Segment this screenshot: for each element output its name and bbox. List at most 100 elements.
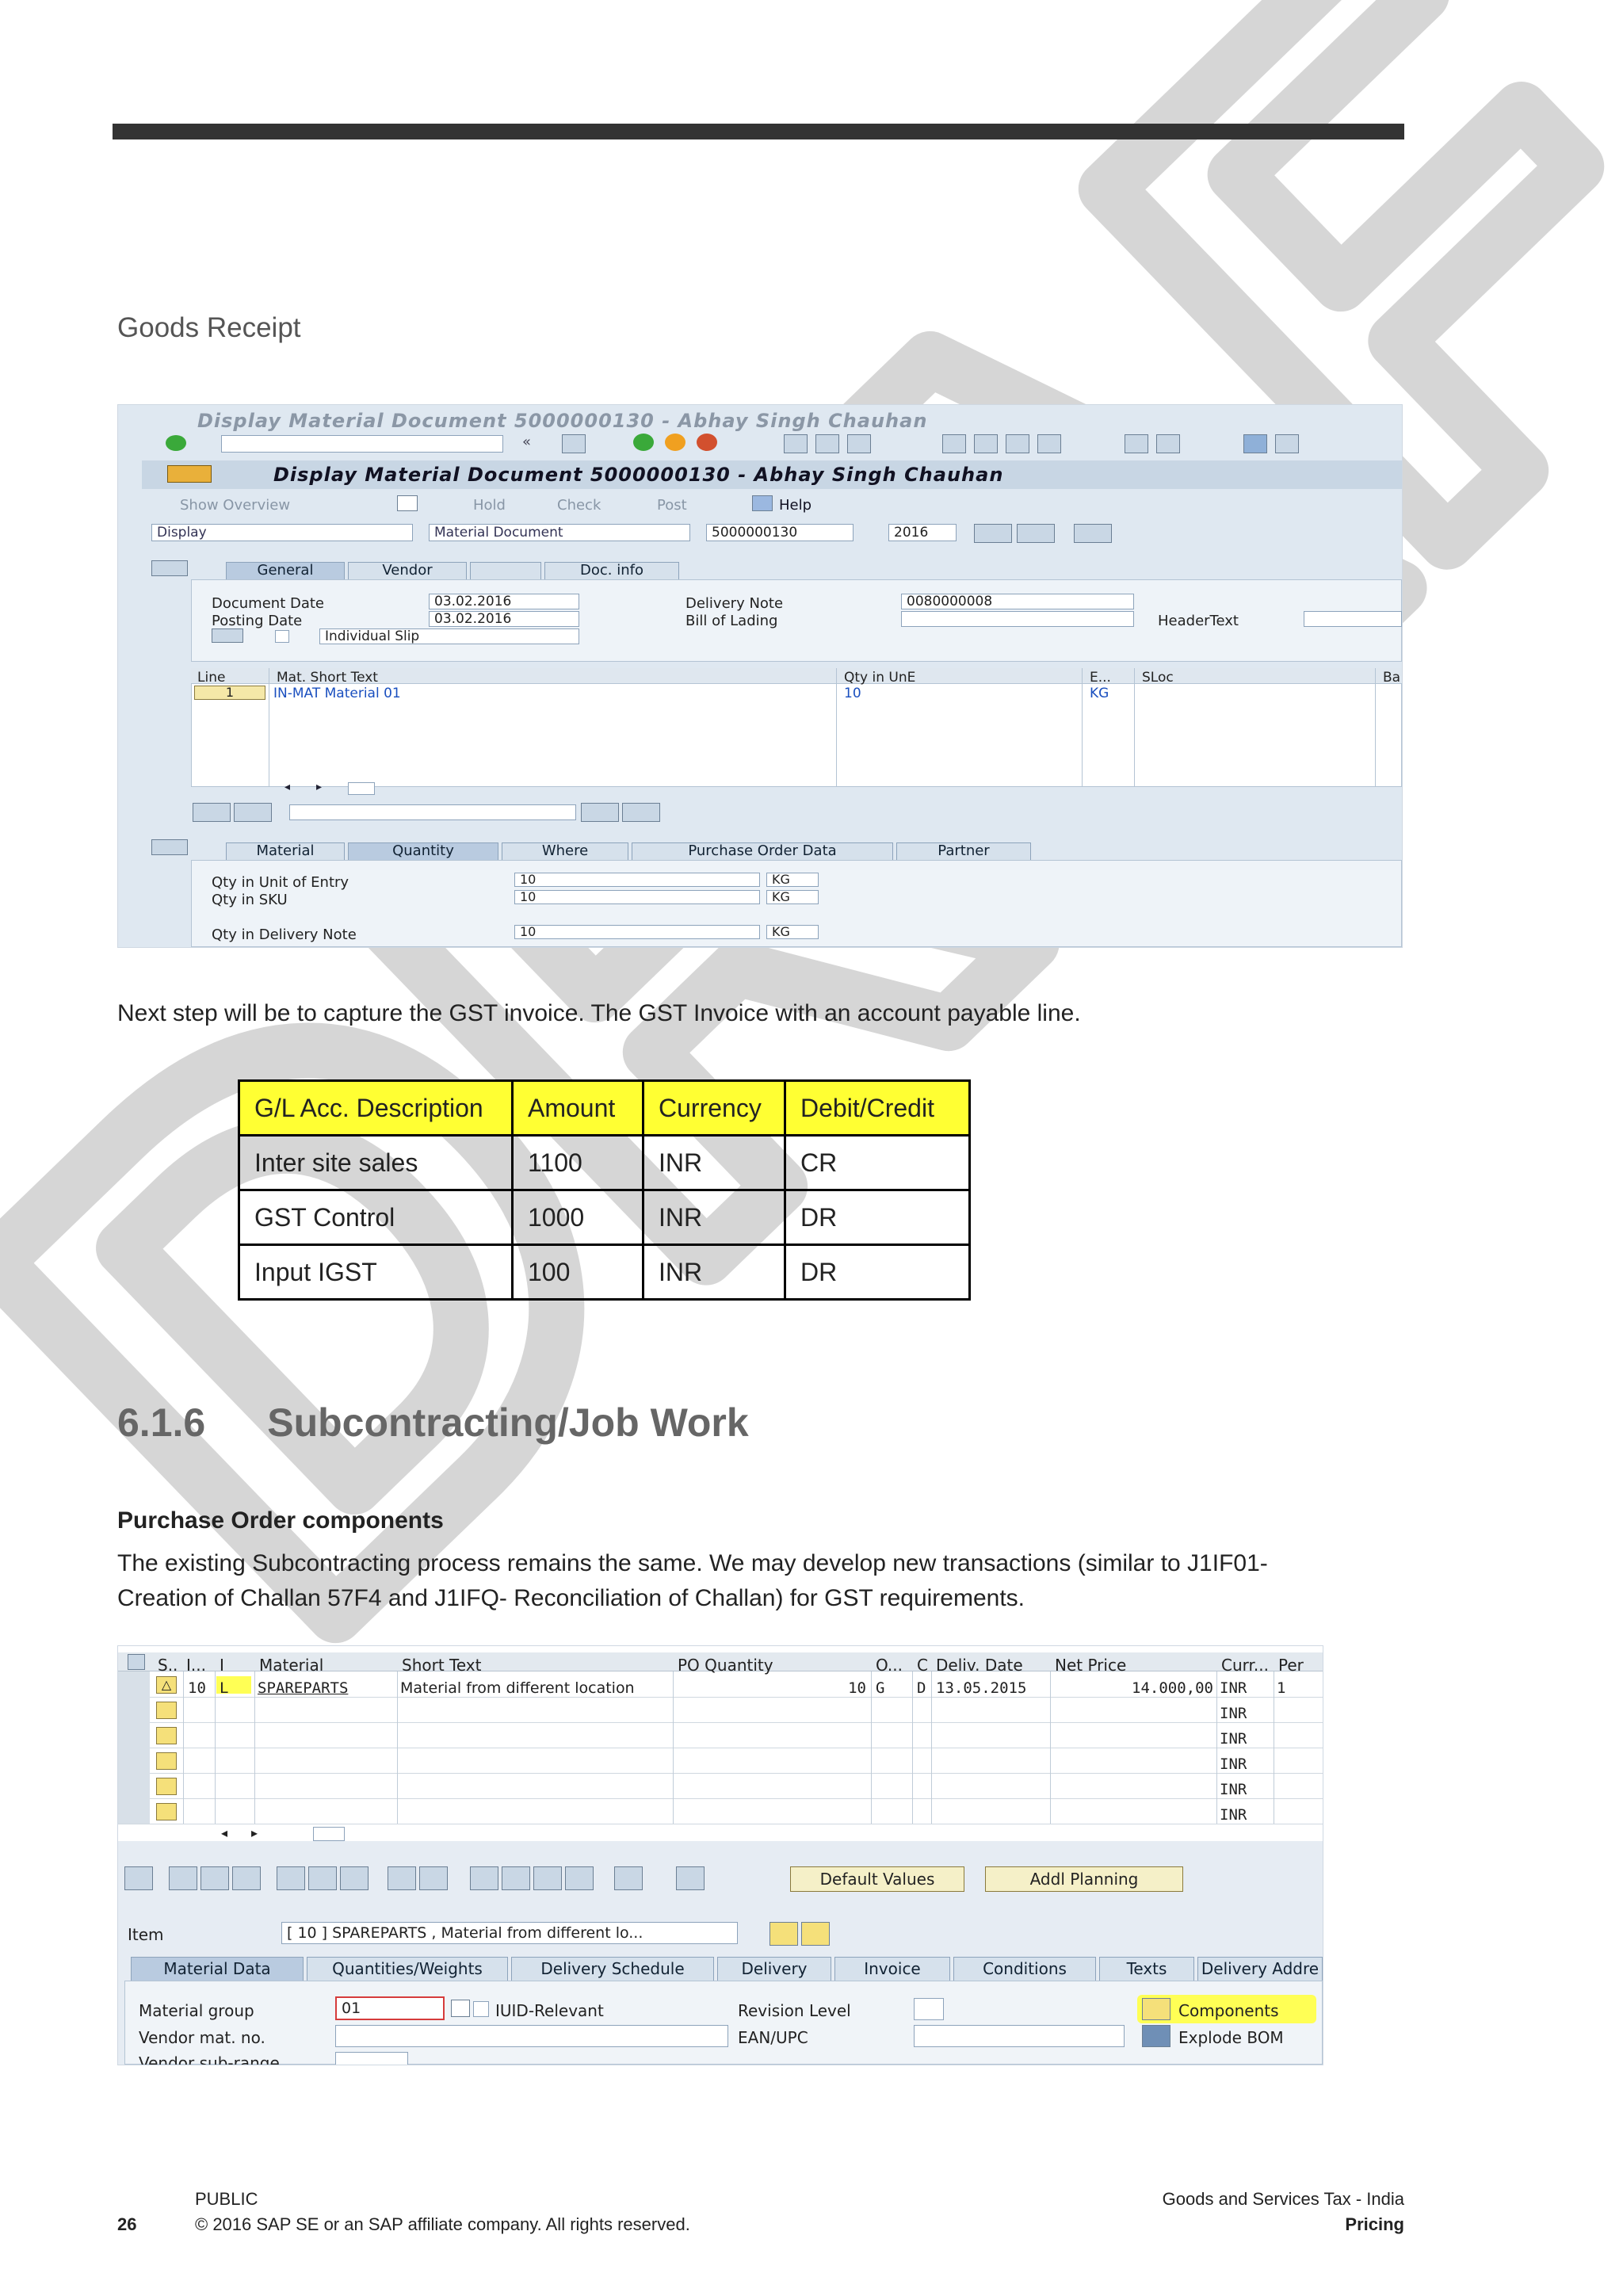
row-order-unit[interactable]: G — [876, 1679, 884, 1697]
tab-texts[interactable]: Texts — [1099, 1957, 1194, 1981]
menu-post[interactable]: Post — [657, 497, 687, 514]
col-deliv-date[interactable]: Deliv. Date — [936, 1656, 1023, 1675]
list-icon[interactable] — [1074, 524, 1112, 543]
iuid-checkbox[interactable] — [473, 2001, 489, 2017]
new-doc-icon[interactable] — [397, 495, 418, 511]
qty-sku-field[interactable]: 10 — [514, 890, 760, 904]
col-per[interactable]: Per — [1278, 1656, 1304, 1675]
row-net-price[interactable]: 14.000,00 — [1117, 1679, 1213, 1697]
search-icon[interactable] — [581, 803, 619, 822]
grid-unit[interactable]: KG — [1090, 686, 1109, 701]
layout-icon[interactable] — [676, 1866, 705, 1890]
grid-line-number[interactable]: 1 — [194, 686, 265, 700]
material-group-field[interactable]: 01 — [335, 1996, 445, 2020]
doc-number-field[interactable]: 5000000130 — [706, 524, 854, 541]
col-po-quantity[interactable]: PO Quantity — [678, 1656, 773, 1675]
row-deliv-date[interactable]: 13.05.2015 — [936, 1679, 1026, 1697]
scroll-right-icon[interactable]: ▸ — [316, 781, 322, 793]
find-next-icon[interactable] — [847, 434, 871, 453]
save-icon[interactable] — [562, 434, 586, 453]
warning-icon[interactable]: △ — [156, 1676, 177, 1694]
scroll-right-icon[interactable]: ▸ — [251, 1825, 258, 1840]
detail-toggle-icon[interactable] — [151, 839, 188, 855]
tab-general[interactable]: General — [226, 562, 345, 579]
row-material[interactable]: SPAREPARTS — [258, 1679, 348, 1697]
copy-value-icon[interactable] — [451, 2000, 470, 2017]
unit-sku-field[interactable]: KG — [766, 890, 819, 904]
document-date-field[interactable]: 03.02.2016 — [429, 594, 579, 609]
delete-line-icon[interactable] — [234, 803, 272, 822]
tab-vendor[interactable]: Vendor — [348, 562, 467, 579]
tab-invoice[interactable]: Invoice — [834, 1957, 950, 1981]
help-icon[interactable] — [1243, 434, 1267, 453]
tab-person-icon[interactable] — [470, 562, 541, 579]
vendor-sub-range-field[interactable] — [335, 2052, 408, 2065]
col-batch[interactable]: Ba — [1383, 670, 1400, 686]
col-item[interactable]: I... — [186, 1656, 206, 1675]
doc-type-select[interactable]: Material Document — [429, 524, 690, 541]
print-preview-icon[interactable] — [614, 1866, 643, 1890]
scrollbar-thumb[interactable] — [313, 1827, 345, 1841]
print-icon[interactable] — [784, 434, 808, 453]
copy-icon[interactable] — [169, 1866, 197, 1890]
tab-quantities-weights[interactable]: Quantities/Weights — [307, 1957, 508, 1981]
menu-show-overview[interactable]: Show Overview — [180, 497, 290, 514]
find-doc-icon[interactable] — [1017, 524, 1055, 543]
duplicate-icon[interactable] — [232, 1866, 261, 1890]
col-currency[interactable]: Curr... — [1221, 1656, 1269, 1675]
row-po-quantity[interactable]: 10 — [808, 1679, 866, 1697]
col-qty[interactable]: Qty in UnE — [844, 670, 915, 686]
paste-icon[interactable] — [200, 1866, 229, 1890]
prev-page-icon[interactable] — [974, 434, 998, 453]
qty-delivery-note-field[interactable]: 10 — [514, 925, 760, 939]
delivery-note-field[interactable]: 0080000008 — [901, 594, 1134, 609]
next-item-icon[interactable] — [801, 1922, 830, 1946]
qty-unit-entry-field[interactable]: 10 — [514, 873, 760, 887]
tab-delivery-address[interactable]: Delivery Addre — [1197, 1957, 1323, 1981]
tab-where[interactable]: Where — [502, 842, 628, 860]
header-toggle-icon[interactable] — [151, 560, 188, 576]
menu-help[interactable]: Help — [779, 497, 812, 514]
deselect-icon[interactable] — [419, 1866, 448, 1890]
col-order-unit[interactable]: O... — [876, 1656, 903, 1675]
col-unit[interactable]: E... — [1090, 670, 1111, 686]
empty-row-currency[interactable]: INR — [1220, 1705, 1247, 1722]
explode-bom-button[interactable]: Explode BOM — [1178, 2028, 1284, 2047]
tab-material[interactable]: Material — [226, 842, 345, 860]
addl-planning-button[interactable]: Addl Planning — [985, 1866, 1183, 1892]
unit-delivery-field[interactable]: KG — [766, 925, 819, 939]
default-values-button[interactable]: Default Values — [790, 1866, 964, 1892]
back-green-icon[interactable] — [633, 434, 654, 451]
components-button[interactable]: Components — [1178, 2001, 1279, 2020]
search-next-icon[interactable] — [622, 803, 660, 822]
ean-upc-field[interactable] — [914, 2025, 1125, 2047]
unlock-icon[interactable] — [340, 1866, 369, 1890]
find-icon[interactable] — [815, 434, 839, 453]
sum-icon[interactable] — [565, 1866, 594, 1890]
mode-select[interactable]: Display — [151, 524, 413, 541]
filter-icon[interactable] — [502, 1866, 530, 1890]
set-filter-icon[interactable] — [533, 1866, 562, 1890]
cancel-icon[interactable] — [697, 434, 717, 451]
row-category[interactable]: L — [220, 1679, 228, 1697]
scroll-left-icon[interactable]: ◂ — [285, 781, 290, 793]
row-currency[interactable]: INR — [1220, 1679, 1247, 1697]
back-icon[interactable]: « — [522, 434, 531, 450]
exit-icon[interactable] — [665, 434, 685, 451]
row-status-box[interactable] — [156, 1803, 177, 1820]
select-all-icon[interactable] — [128, 1654, 145, 1670]
lock-icon[interactable] — [308, 1866, 337, 1890]
row-short-text[interactable]: Material from different location — [400, 1679, 635, 1697]
bill-of-lading-field[interactable] — [901, 611, 1134, 627]
enter-icon[interactable] — [166, 435, 186, 451]
unit-entry-field[interactable]: KG — [766, 873, 819, 887]
vendor-mat-field[interactable] — [335, 2025, 728, 2047]
tab-delivery[interactable]: Delivery — [717, 1957, 831, 1981]
tab-delivery-schedule[interactable]: Delivery Schedule — [511, 1957, 714, 1981]
select-icon[interactable] — [388, 1866, 416, 1890]
slip-select[interactable]: Individual Slip — [319, 628, 579, 644]
menu-check[interactable]: Check — [557, 497, 601, 514]
scrollbar-thumb[interactable] — [348, 782, 375, 795]
grid-qty[interactable]: 10 — [844, 686, 861, 701]
row-per[interactable]: 1 — [1277, 1679, 1285, 1697]
